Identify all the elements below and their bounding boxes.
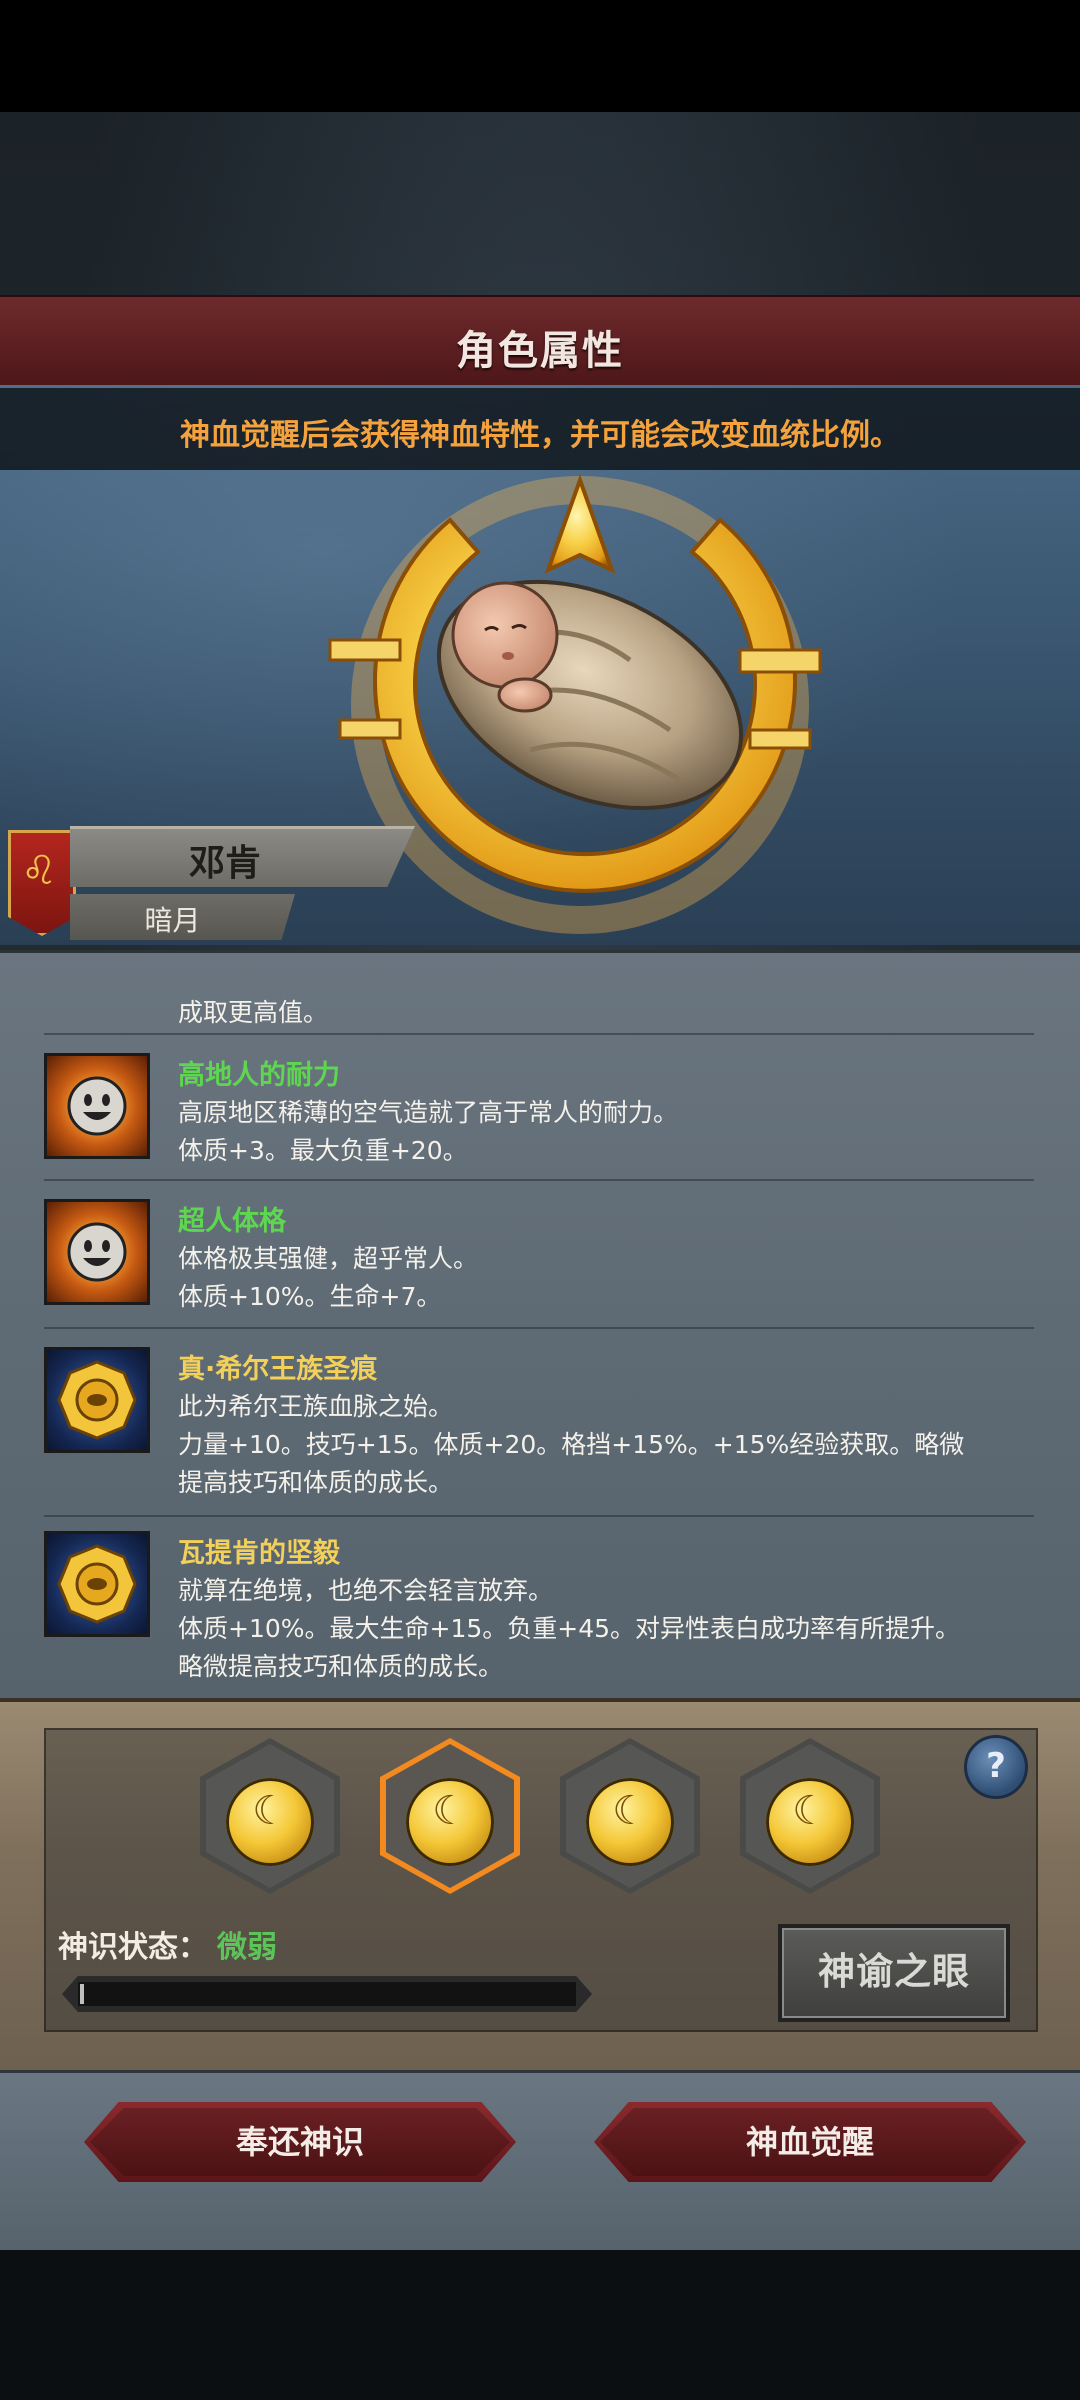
trait-name: 真·希尔王族圣痕 [178,1354,378,1385]
royal-seal-icon [44,1531,150,1637]
trait-desc: 体格极其强健，超乎常人。 [178,1244,479,1273]
traits-list[interactable]: 成取更高值。 高地人的耐力 高原地区稀薄的空气造就了高于常人的耐力。 体质+3。… [0,950,1080,1703]
return-divine-sense-button[interactable]: 奉还神识 [84,2102,516,2182]
trait-name: 高地人的耐力 [178,1060,340,1091]
nav-bar-area [0,2250,1080,2400]
blood-awaken-button[interactable]: 神血觉醒 [594,2102,1026,2182]
oracle-eye-button[interactable]: 神谕之眼 [778,1924,1010,2022]
trait-effect: 体质+10%。最大生命+15。负重+45。对异性表白成功率有所提升。 [178,1614,961,1643]
smiley-sun-icon [44,1053,150,1159]
progress-track [78,1982,576,2006]
return-label: 奉还神识 [235,2123,364,2161]
progress-fill [80,1984,84,2004]
trait-effect: 体质+10%。生命+7。 [178,1282,442,1311]
character-name: 邓肯 [188,843,261,884]
divider [44,1327,1034,1329]
trait-desc: 就算在绝境，也绝不会轻言放弃。 [178,1576,554,1605]
trait-partial-line: 成取更高值。 [178,998,329,1027]
divider [44,1179,1034,1181]
royal-seal-icon [44,1347,150,1453]
trait-desc: 此为希尔王族血脉之始。 [178,1392,454,1421]
divine-state-label: 神识状态： [58,1930,208,1965]
page-title: 角色属性 [456,328,624,374]
status-bar-area [0,0,1080,112]
awaken-label: 神血觉醒 [745,2123,874,2161]
divider [44,1033,1034,1035]
trait-effect-cont: 提高技巧和体质的成长。 [178,1468,454,1497]
help-button[interactable]: ? [964,1735,1028,1799]
trait-effect-cont: 略微提高技巧和体质的成长。 [178,1652,504,1681]
smiley-sun-icon [44,1199,150,1305]
divider [44,1515,1034,1517]
trait-effect: 体质+3。最大负重+20。 [178,1136,468,1165]
trait-name: 瓦提肯的坚毅 [178,1538,340,1569]
notice-text: 神血觉醒后会获得神血特性，并可能会改变血统比例。 [180,418,900,453]
trait-desc: 高原地区稀薄的空气造就了高于常人的耐力。 [178,1098,679,1127]
lion-crest-icon: ♌ [21,848,57,894]
character-title: 暗月 [144,904,201,937]
trait-name: 超人体格 [178,1206,286,1237]
trait-effect: 力量+10。技巧+15。体质+20。格挡+15%。+15%经验获取。略微 [178,1430,965,1459]
divine-state-value: 微弱 [217,1930,277,1965]
